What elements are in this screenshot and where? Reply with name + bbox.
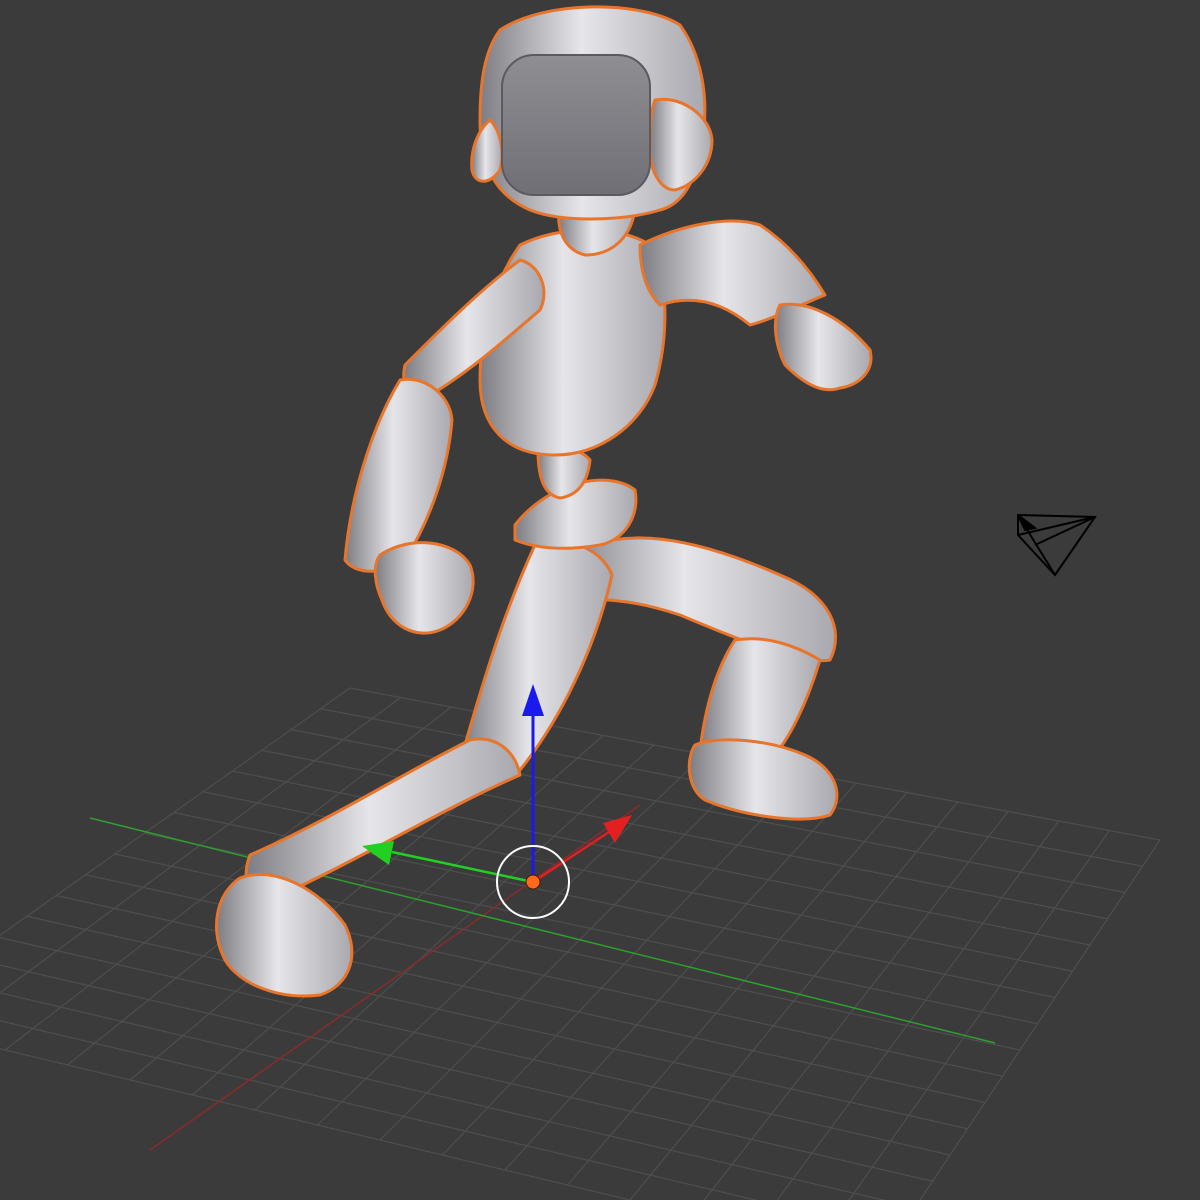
- viewport-canvas[interactable]: [0, 0, 1200, 1200]
- 3d-viewport[interactable]: [0, 0, 1200, 1200]
- character-face-screen: [501, 54, 651, 196]
- object-origin-pivot[interactable]: [525, 874, 541, 890]
